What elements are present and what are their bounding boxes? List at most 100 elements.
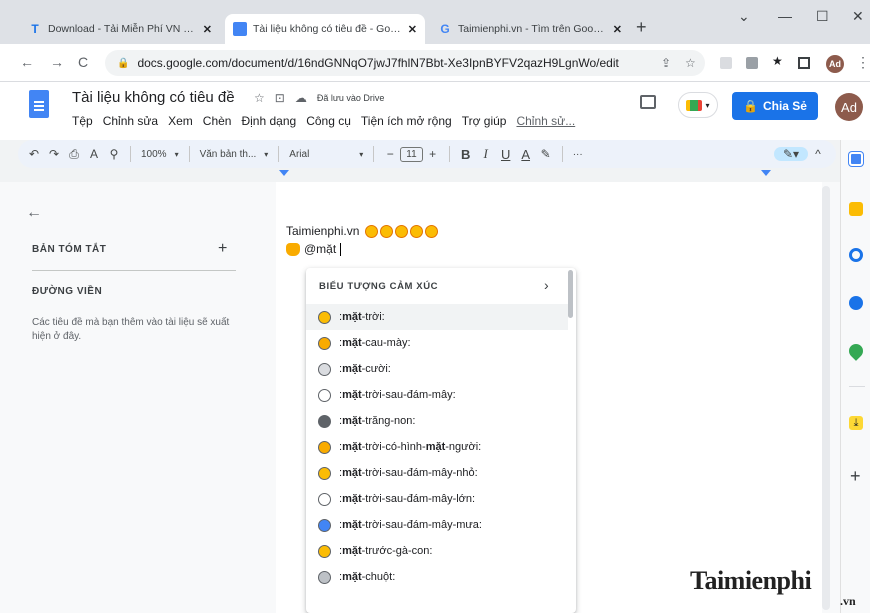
right-margin-marker[interactable] (761, 170, 771, 176)
get-addons-plus-icon[interactable]: + (850, 466, 861, 487)
close-icon[interactable]: ✕ (613, 23, 622, 36)
divider (188, 146, 190, 162)
menu-view[interactable]: Xem (168, 114, 193, 128)
emoji-suggestion-item[interactable]: :mặt-trước-gà-con: (306, 538, 568, 564)
close-outline-arrow-icon[interactable]: ← (26, 204, 42, 222)
bold-button[interactable]: B (456, 147, 476, 162)
maps-icon[interactable] (846, 341, 866, 361)
share-page-icon[interactable]: ⇪ (661, 56, 671, 70)
editing-mode-pencil-icon[interactable]: ✎▾ (774, 147, 808, 161)
extension-icon[interactable] (720, 57, 732, 69)
sun-small-cloud-icon (318, 466, 331, 480)
menu-extensions[interactable]: Tiện ích mở rộng (361, 114, 452, 128)
account-avatar[interactable]: Ad (835, 93, 863, 121)
meet-button[interactable]: ▾ (678, 92, 718, 118)
share-button[interactable]: 🔒 Chia Sẻ (732, 92, 818, 120)
document-line-2[interactable]: @mặt (286, 242, 342, 256)
forward-button[interactable]: → (50, 54, 64, 70)
more-options-button[interactable]: ··· (569, 149, 587, 160)
match-highlight: mặt (342, 493, 362, 505)
tab-download[interactable]: T Download - Tải Miễn Phí VN - Ph ✕ (20, 14, 220, 44)
paint-format-icon[interactable]: ⚲ (104, 147, 124, 161)
tasks-icon[interactable] (849, 248, 863, 262)
italic-button[interactable]: I (476, 146, 496, 162)
dropdown-scrollbar[interactable] (568, 270, 573, 318)
font-select[interactable]: Arial (285, 149, 355, 160)
menu-format[interactable]: Định dạng (241, 114, 296, 128)
reload-button[interactable]: C (78, 54, 88, 70)
back-button[interactable]: ← (20, 54, 34, 70)
font-size-input[interactable]: 11 (400, 146, 423, 162)
star-icon[interactable]: ☆ (254, 91, 265, 105)
extension-icon[interactable] (746, 57, 758, 69)
keep-icon[interactable] (849, 202, 863, 216)
menu-tools[interactable]: Công cụ (306, 114, 351, 128)
outline-empty-note: Các tiêu đề mà bạn thêm vào tài liệu sẽ … (32, 317, 230, 342)
zoom-select[interactable]: 100% (137, 149, 171, 160)
chevron-right-icon[interactable]: › (544, 277, 549, 293)
move-folder-icon[interactable]: ⊡ (275, 91, 285, 105)
emoji-suggestion-item[interactable]: :mặt-trăng-non: (306, 408, 568, 434)
document-line-1[interactable]: Taimienphi.vn (286, 224, 439, 238)
calendar-icon[interactable] (849, 152, 863, 166)
divider (849, 386, 865, 387)
emoji-suggestion-item[interactable]: :mặt-trời-sau-đám-mây-lớn: (306, 486, 568, 512)
emoji-suggestion-item[interactable]: :mặt-cười: (306, 356, 568, 382)
increase-font-size-button[interactable]: + (423, 147, 443, 161)
menu-kebab-icon[interactable]: ⋮ (856, 54, 870, 71)
emoji-suggestion-item[interactable]: :mặt-trời-có-hình-mặt-người: (306, 434, 568, 460)
profile-avatar[interactable]: Ad (826, 55, 844, 73)
contacts-icon[interactable] (849, 296, 863, 310)
emoji-suggestion-item[interactable]: :mặt-trời-sau-đám-mây: (306, 382, 568, 408)
address-bar[interactable]: 🔒 docs.google.com/document/d/16ndGNNqO7j… (105, 50, 705, 76)
document-title[interactable]: Tài liệu không có tiêu đề (72, 89, 235, 106)
emoji-suggestion-item[interactable]: :mặt-chuột: (306, 564, 568, 590)
print-icon[interactable]: ⎙ (64, 147, 84, 162)
shortcode-part: -trời-sau-đám-mây-mưa: (361, 519, 482, 531)
decrease-font-size-button[interactable]: − (380, 147, 400, 161)
document-scrollbar[interactable] (822, 186, 830, 610)
maximize-button[interactable]: ☐ (816, 8, 829, 25)
collapse-menus-chevron-icon[interactable]: ^ (808, 147, 828, 161)
outline-heading: ĐƯỜNG VIỀN (32, 286, 103, 297)
text-color-button[interactable]: A (516, 147, 536, 162)
docs-logo-icon[interactable] (29, 90, 49, 118)
close-window-button[interactable]: ✕ (852, 8, 864, 25)
menu-file[interactable]: Tệp (72, 114, 93, 128)
shortcode-part: -trăng-non: (361, 415, 416, 427)
close-icon[interactable]: ✕ (203, 23, 212, 36)
underline-button[interactable]: U (496, 147, 516, 162)
redo-icon[interactable]: ↷ (44, 147, 64, 161)
style-select[interactable]: Văn bản th... (196, 149, 261, 160)
emoji-suggestion-item[interactable]: :mặt-cau-mày: (306, 330, 568, 356)
puzzle-icon[interactable]: ★ (772, 54, 784, 68)
download-icon[interactable]: ⤓ (849, 416, 863, 430)
last-edit-link[interactable]: Chỉnh sử... (516, 114, 575, 128)
emoji-shortcode: :mặt-trước-gà-con: (339, 545, 432, 557)
emoji-suggestion-item[interactable]: :mặt-trời-sau-đám-mây-nhỏ: (306, 460, 568, 486)
minimize-button[interactable]: — (778, 8, 792, 24)
add-summary-plus-icon[interactable]: + (218, 240, 227, 258)
emoji-suggestion-item[interactable]: :mặt-trời-sau-đám-mây-mưa: (306, 512, 568, 538)
bookmark-star-icon[interactable]: ☆ (685, 56, 696, 70)
menu-edit[interactable]: Chỉnh sửa (103, 114, 158, 128)
undo-icon[interactable]: ↶ (24, 147, 44, 161)
menu-insert[interactable]: Chèn (203, 114, 232, 128)
tab-search-chevron-icon[interactable]: ⌄ (738, 8, 750, 25)
emoji-suggestion-item[interactable]: :mặt-trời: (306, 304, 568, 330)
highlight-color-icon[interactable]: ✎ (536, 147, 556, 161)
tab-title: Taimienphi.vn - Tìm trên Google (458, 23, 607, 35)
indent-marker[interactable] (279, 170, 289, 176)
shortcode-part: -trời-sau-đám-mây-nhỏ: (361, 467, 478, 479)
close-icon[interactable]: ✕ (408, 23, 417, 36)
emoji-shortcode: :mặt-trời-sau-đám-mây-mưa: (339, 519, 482, 531)
menu-help[interactable]: Trợ giúp (462, 114, 507, 128)
cat-face-icon (286, 242, 300, 256)
comment-history-icon[interactable] (640, 95, 656, 109)
spellcheck-icon[interactable]: A (84, 147, 104, 161)
new-tab-button[interactable]: + (636, 17, 647, 38)
emoji-category-header[interactable]: BIỂU TƯỢNG CẢM XÚC › (306, 268, 568, 304)
tab-docs[interactable]: Tài liệu không có tiêu đề - Googl ✕ (225, 14, 425, 44)
side-panel-icon[interactable] (798, 57, 810, 69)
tab-google-search[interactable]: G Taimienphi.vn - Tìm trên Google ✕ (430, 14, 630, 44)
